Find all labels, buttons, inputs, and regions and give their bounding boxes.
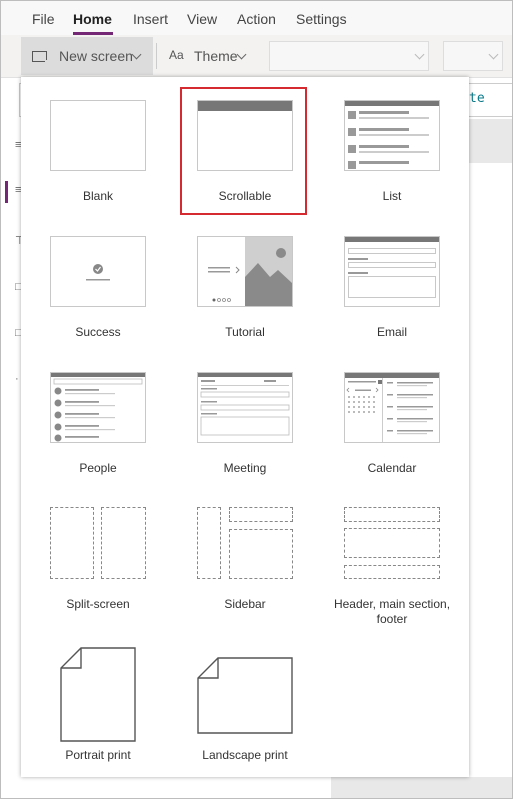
- chevron-down-icon: [488, 49, 499, 60]
- template-label-people: People: [79, 461, 117, 475]
- header-bar: [345, 101, 439, 106]
- ribbon-toolbar: New screen Aa Theme: [1, 35, 512, 78]
- menu-home[interactable]: Home: [73, 11, 112, 27]
- theme-button[interactable]: Theme: [194, 48, 238, 64]
- app-window: File Home Insert View Action Settings Ne…: [0, 0, 513, 799]
- template-label-sidebar: Sidebar: [224, 597, 266, 611]
- template-label-list: List: [382, 189, 402, 203]
- people-list-icon: [51, 373, 145, 442]
- sidebar-thumbnail[interactable]: [197, 507, 293, 580]
- menu-bar: File Home Insert View Action Settings: [1, 1, 512, 35]
- new-screen-button[interactable]: New screen: [21, 37, 153, 75]
- selected-template-highlight: [180, 87, 307, 215]
- theme-icon: Aa: [169, 48, 184, 62]
- template-label-split-screen: Split-screen: [66, 597, 130, 611]
- main-pane: [229, 529, 293, 579]
- subject-field: [348, 262, 436, 268]
- to-field: [348, 248, 436, 254]
- left-pane: [50, 507, 94, 579]
- chevron-down-icon: [414, 49, 425, 60]
- calendar-icon: [345, 373, 439, 442]
- meeting-form-icon: [198, 373, 292, 436]
- tutorial-thumbnail[interactable]: [197, 236, 293, 307]
- toolbar-separator: [156, 43, 157, 69]
- list-line: [359, 134, 429, 136]
- list-image: [348, 128, 356, 136]
- chevron-down-icon: [236, 49, 247, 60]
- list-line: [359, 161, 409, 164]
- list-line: [359, 117, 429, 119]
- sidebar-pane: [197, 507, 221, 579]
- header-bar: [345, 237, 439, 242]
- list-line: [359, 128, 409, 131]
- list-line: [359, 145, 409, 148]
- new-screen-flyout: Blank Scrollable List Success Tutorial E…: [21, 77, 469, 777]
- header-main-footer-thumbnail[interactable]: [344, 507, 440, 580]
- header-pane: [344, 507, 440, 522]
- checkmark-icon: [86, 264, 110, 281]
- template-label-email: Email: [376, 325, 407, 339]
- list-thumbnail[interactable]: [344, 100, 440, 171]
- chevron-down-icon: [131, 49, 142, 60]
- canvas-area: [469, 119, 512, 163]
- template-label-landscape-print: Landscape print: [202, 748, 288, 762]
- menu-file[interactable]: File: [32, 11, 55, 27]
- footer-pane: [344, 565, 440, 579]
- portrait-page-icon[interactable]: [59, 647, 139, 743]
- menu-action[interactable]: Action: [237, 11, 276, 27]
- left-rail: [1, 119, 21, 798]
- template-label-tutorial: Tutorial: [225, 325, 265, 339]
- meeting-thumbnail[interactable]: [197, 372, 293, 443]
- menu-insert[interactable]: Insert: [133, 11, 168, 27]
- right-pane: [101, 507, 146, 579]
- template-label-portrait-print: Portrait print: [65, 748, 131, 762]
- advanced-icon[interactable]: ·: [15, 373, 19, 385]
- success-thumbnail[interactable]: [50, 236, 146, 307]
- template-label-header-main-footer: Header, main section, footer: [333, 597, 451, 626]
- new-screen-label: New screen: [59, 48, 133, 64]
- label-line: [348, 258, 368, 260]
- image-placeholder-icon: [208, 237, 292, 306]
- font-size-dropdown[interactable]: [443, 41, 503, 71]
- people-thumbnail[interactable]: [50, 372, 146, 443]
- menu-settings[interactable]: Settings: [296, 11, 347, 27]
- template-label-calendar: Calendar: [367, 461, 417, 475]
- font-dropdown[interactable]: [269, 41, 429, 71]
- template-label-meeting: Meeting: [223, 461, 267, 475]
- template-label-success: Success: [75, 325, 121, 339]
- header-pane: [229, 507, 293, 522]
- calendar-thumbnail[interactable]: [344, 372, 440, 443]
- email-thumbnail[interactable]: [344, 236, 440, 307]
- main-pane: [344, 528, 440, 558]
- list-image: [348, 145, 356, 153]
- template-label-blank: Blank: [82, 189, 114, 203]
- new-screen-icon: [32, 51, 51, 66]
- list-image: [348, 161, 356, 169]
- menu-view[interactable]: View: [187, 11, 217, 27]
- blank-thumbnail[interactable]: [50, 100, 146, 171]
- list-line: [359, 111, 409, 114]
- body-field: [348, 276, 436, 298]
- list-image: [348, 111, 356, 119]
- canvas-bottom: [331, 777, 512, 798]
- landscape-page-icon[interactable]: [196, 657, 294, 735]
- formula-text: te: [469, 91, 485, 106]
- split-screen-thumbnail[interactable]: [50, 507, 146, 580]
- label-line: [348, 272, 368, 274]
- rail-selected-indicator: [5, 181, 8, 203]
- list-line: [359, 151, 429, 153]
